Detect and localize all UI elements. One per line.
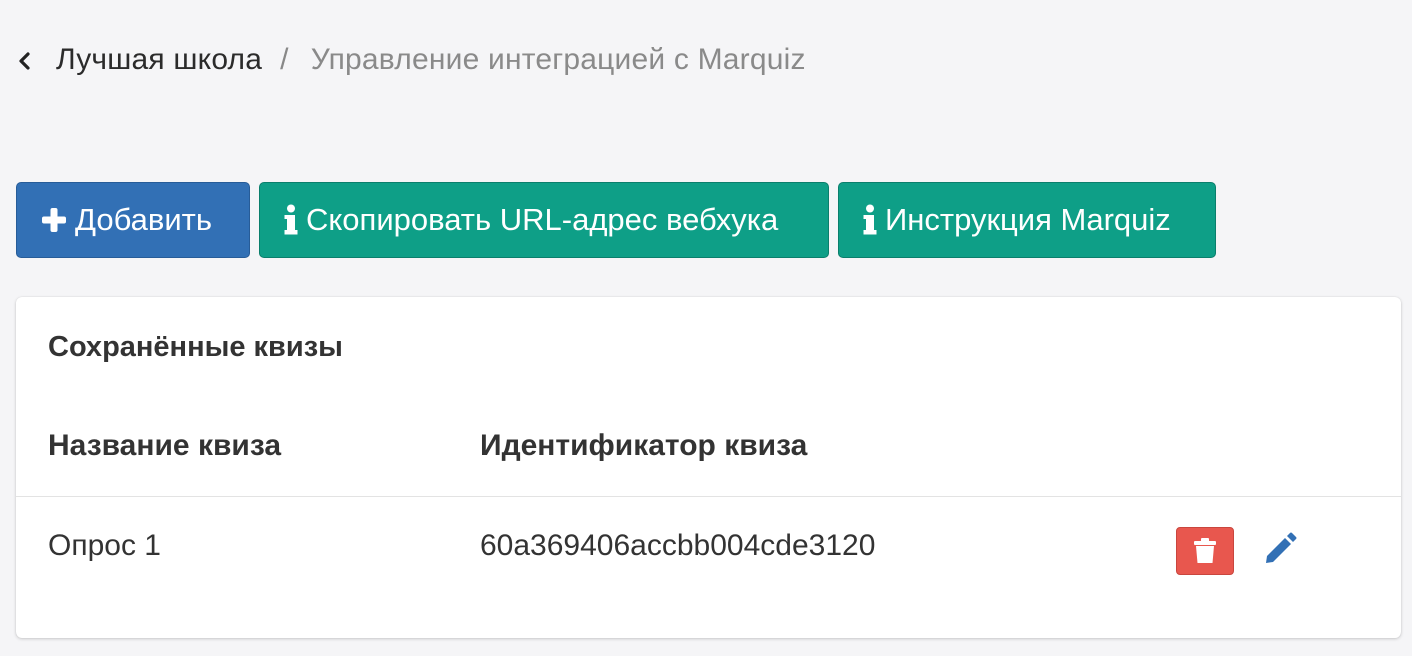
column-header-quiz-id: Идентификатор квиза: [480, 429, 808, 462]
plus-icon: [42, 208, 66, 232]
table-row: Опрос 1 60a369406accbb004cde3120: [16, 527, 1401, 577]
breadcrumb-parent-link[interactable]: Лучшая школа: [56, 43, 262, 77]
saved-quizzes-card: Сохранённые квизы Название квиза Идентиф…: [16, 297, 1401, 638]
add-button-label: Добавить: [75, 202, 213, 237]
breadcrumb-separator: /: [280, 43, 289, 76]
info-icon: [284, 204, 298, 235]
table-divider: [16, 496, 1401, 497]
copy-webhook-url-button[interactable]: Скопировать URL-адрес вебхука: [259, 182, 829, 258]
trash-icon: [1194, 538, 1216, 563]
edit-button[interactable]: [1260, 529, 1300, 569]
info-icon: [863, 204, 877, 235]
quiz-name-cell: Опрос 1: [48, 529, 161, 562]
pencil-icon: [1266, 532, 1297, 563]
breadcrumb-current: Управление интеграцией с Marquiz: [310, 43, 806, 76]
marquiz-instructions-button[interactable]: Инструкция Marquiz: [838, 182, 1216, 258]
toolbar: Добавить Скопировать URL-адрес вебхука И…: [16, 182, 1216, 258]
breadcrumb: Лучшая школа / Управление интеграцией с …: [16, 40, 806, 80]
column-header-quiz-name: Название квиза: [48, 429, 282, 462]
add-button[interactable]: Добавить: [16, 182, 250, 258]
chevron-left-icon[interactable]: [16, 52, 34, 70]
marquiz-instructions-label: Инструкция Marquiz: [885, 202, 1171, 237]
table-header-row: Название квиза Идентификатор квиза: [16, 429, 1401, 469]
quiz-id-cell: 60a369406accbb004cde3120: [480, 529, 876, 562]
card-title: Сохранённые квизы: [48, 331, 343, 363]
copy-webhook-url-label: Скопировать URL-адрес вебхука: [306, 202, 779, 237]
delete-button[interactable]: [1176, 527, 1234, 575]
